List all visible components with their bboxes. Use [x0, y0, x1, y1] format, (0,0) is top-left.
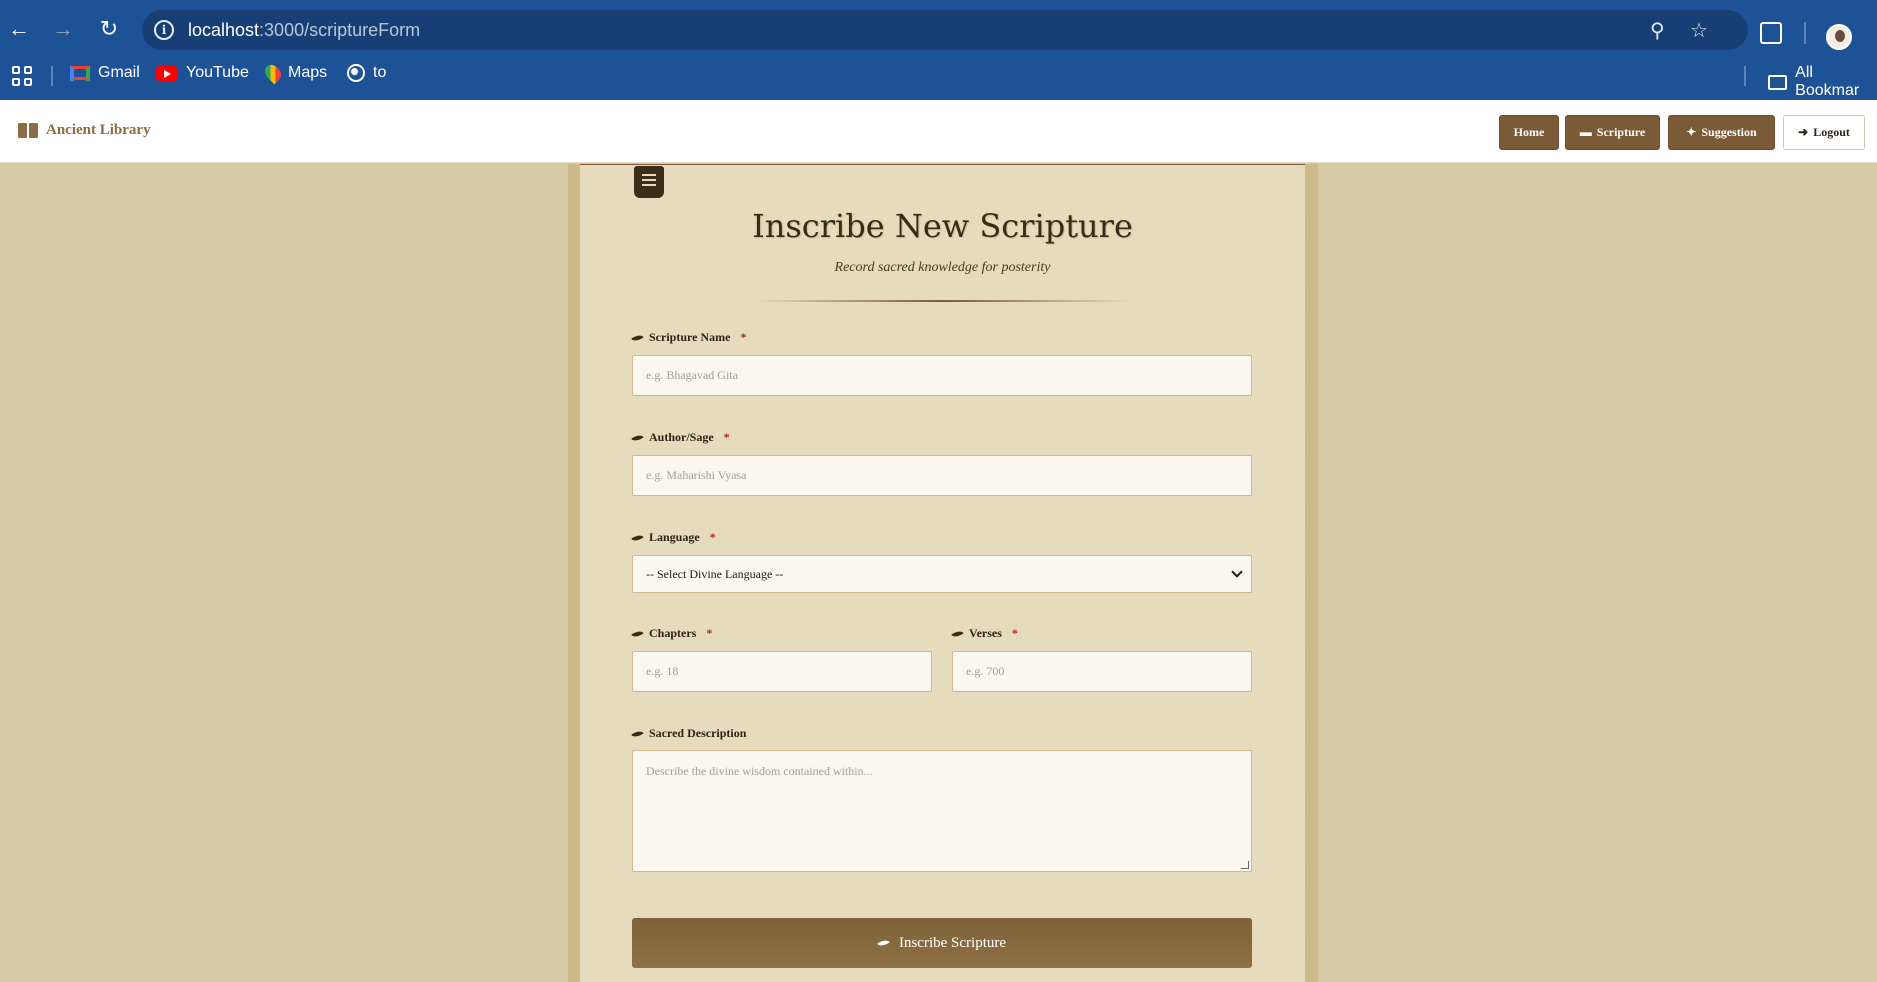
label-text: Sacred Description [649, 726, 747, 740]
address-bar[interactable]: i localhost:3000/scriptureForm ⚲ ☆ [142, 10, 1748, 50]
brand-label: Ancient Library [46, 122, 151, 138]
bookmark-gmail[interactable]: Gmail [70, 64, 140, 82]
brand-link[interactable]: Ancient Library [18, 122, 151, 139]
feather-icon [877, 937, 890, 949]
toolbar-divider [1804, 22, 1806, 44]
forward-icon[interactable]: → [48, 14, 78, 44]
resize-handle-icon[interactable] [1241, 861, 1249, 869]
home-button[interactable]: Home [1499, 115, 1559, 150]
placeholder-text: e.g. Bhagavad Gita [646, 368, 738, 382]
submit-label: Inscribe Scripture [898, 934, 1007, 951]
all-bookmarks[interactable]: All Bookmar [1768, 64, 1877, 100]
bookmark-label: Maps [288, 64, 328, 81]
url-text[interactable]: localhost:3000/scriptureForm [188, 20, 420, 41]
scripture-name-input[interactable]: e.g. Bhagavad Gita [632, 355, 1252, 396]
feather-icon [631, 531, 644, 544]
placeholder-text: e.g. 700 [966, 664, 1005, 678]
required-mark: * [723, 430, 730, 444]
reload-icon[interactable]: ↻ [94, 14, 124, 44]
label-text: Language [649, 530, 700, 544]
bookmark-label: to [373, 64, 387, 81]
required-mark: * [740, 330, 747, 344]
author-input[interactable]: e.g. Maharishi Vyasa [632, 455, 1252, 496]
scroll-icon: ▬ [1579, 125, 1592, 139]
inscribe-scripture-button[interactable]: Inscribe Scripture [632, 918, 1252, 968]
label-text: Scripture Name [649, 330, 731, 344]
chapters-label: Chapters * [631, 626, 713, 641]
feather-icon [631, 627, 644, 640]
back-icon[interactable]: ← [4, 14, 34, 44]
bookmarks-bar: Gmail YouTube Maps to All Bookmar [0, 56, 1877, 99]
chevron-down-icon [1231, 566, 1243, 578]
scroll-document-icon [634, 166, 664, 198]
required-mark: * [1011, 626, 1018, 640]
extensions-icon[interactable] [1760, 22, 1782, 44]
logout-button[interactable]: ➜ Logout [1783, 115, 1865, 150]
feather-icon [631, 431, 644, 444]
feather-icon [631, 727, 644, 740]
bookmark-to[interactable]: to [347, 64, 386, 82]
globe-icon [347, 64, 365, 82]
folder-icon [1768, 74, 1788, 90]
logout-icon: ➜ [1798, 125, 1809, 139]
form-title: Inscribe New Scripture [752, 207, 1133, 245]
scripture-button[interactable]: ▬ Scripture [1565, 115, 1660, 150]
bookmarks-divider [1744, 66, 1746, 86]
omnibar-row: ← → ↻ i localhost:3000/scriptureForm ⚲ ☆ [0, 8, 1877, 50]
youtube-icon [156, 65, 178, 81]
author-label: Author/Sage * [631, 430, 730, 445]
zoom-icon[interactable]: ⚲ [1650, 18, 1665, 43]
book-open-icon [18, 123, 38, 138]
apps-grid-icon[interactable] [12, 66, 32, 86]
bookmark-maps[interactable]: Maps [261, 61, 328, 85]
language-select[interactable]: -- Select Divine Language -- [632, 555, 1252, 593]
feather-icon [951, 627, 964, 640]
form-subtitle: Record sacred knowledge for posterity [834, 260, 1051, 275]
browser-toolbar: ← → ↻ i localhost:3000/scriptureForm ⚲ ☆… [0, 0, 1877, 100]
placeholder-text: e.g. 18 [646, 664, 679, 678]
profile-avatar[interactable] [1826, 24, 1852, 50]
logout-label: Logout [1813, 125, 1850, 139]
required-mark: * [709, 530, 716, 544]
bookmark-label: YouTube [186, 64, 249, 81]
selected-option: -- Select Divine Language -- [646, 566, 784, 581]
sparkles-icon: ✦ [1686, 125, 1697, 139]
home-label: Home [1513, 125, 1545, 139]
chapters-input[interactable]: e.g. 18 [632, 651, 932, 692]
bookmark-youtube[interactable]: YouTube [156, 64, 249, 82]
title-divider [755, 300, 1130, 302]
site-info-icon[interactable]: i [154, 20, 174, 40]
verses-input[interactable]: e.g. 700 [952, 651, 1252, 692]
scripture-name-label: Scripture Name * [631, 330, 747, 345]
language-label: Language * [631, 530, 716, 545]
feather-icon [631, 331, 644, 344]
bookmark-star-icon[interactable]: ☆ [1690, 18, 1708, 43]
scripture-label: Scripture [1596, 125, 1646, 139]
bookmarks-divider [51, 66, 53, 86]
description-label: Sacred Description [631, 726, 747, 741]
label-text: Author/Sage [649, 430, 714, 444]
all-bookmarks-label: All Bookmar [1795, 64, 1860, 99]
verses-label: Verses * [951, 626, 1018, 641]
suggestion-button[interactable]: ✦ Suggestion [1668, 115, 1775, 150]
required-mark: * [706, 626, 713, 640]
label-text: Verses [969, 626, 1002, 640]
maps-icon [261, 61, 285, 85]
placeholder-text: Describe the divine wisdom contained wit… [646, 764, 873, 778]
suggestion-label: Suggestion [1701, 125, 1757, 139]
label-text: Chapters [649, 626, 697, 640]
app-navbar: Ancient Library Home ▬ Scripture ✦ Sugge… [0, 100, 1877, 163]
bookmark-label: Gmail [98, 64, 140, 81]
description-textarea[interactable]: Describe the divine wisdom contained wit… [632, 750, 1252, 872]
placeholder-text: e.g. Maharishi Vyasa [646, 468, 747, 482]
scripture-form-card: Inscribe New Scripture Record sacred kno… [580, 164, 1305, 982]
gmail-icon [70, 65, 90, 81]
